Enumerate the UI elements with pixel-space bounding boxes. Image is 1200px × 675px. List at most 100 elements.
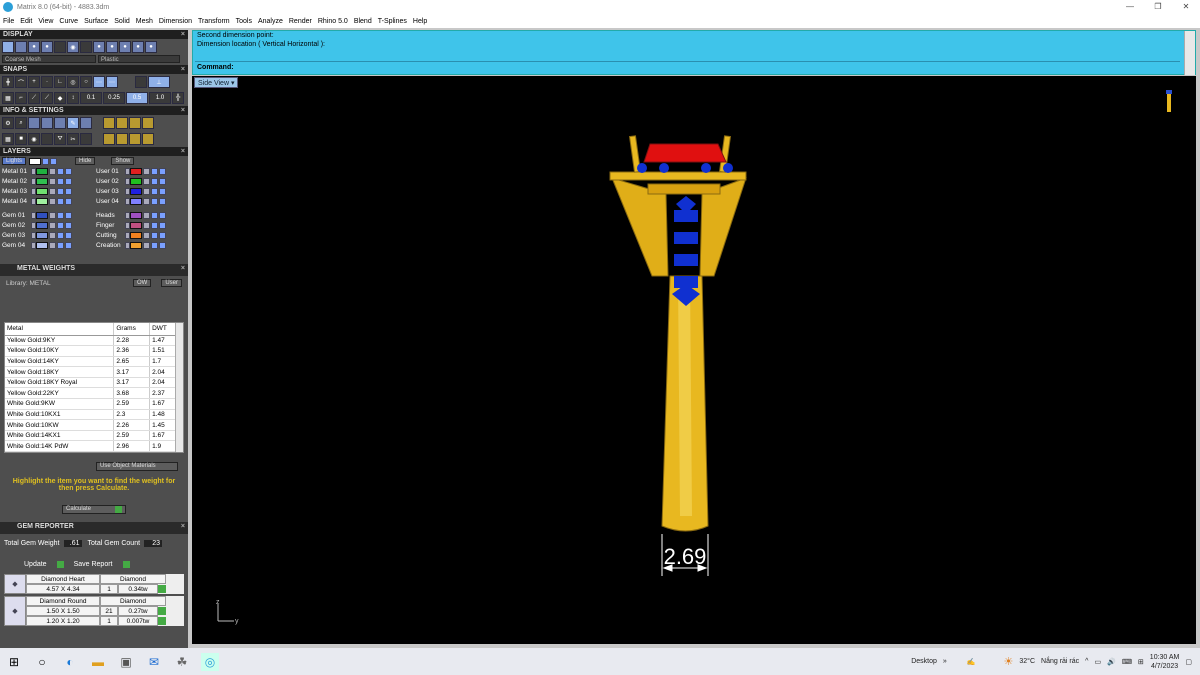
pan-icon[interactable] [15, 41, 27, 53]
snap-value-2[interactable]: 0.25 [103, 92, 125, 104]
lights-button[interactable]: Lights [2, 157, 27, 165]
layer-row[interactable]: User 01 [94, 166, 188, 176]
sphere-d-icon[interactable]: ● [132, 41, 144, 53]
weather-icon[interactable]: ☀ [1004, 655, 1014, 668]
layer-color-swatch[interactable] [130, 197, 142, 205]
layer-color-swatch[interactable] [36, 197, 48, 205]
lock-icon[interactable] [49, 211, 56, 219]
table-row[interactable]: White Gold:10KW 2.26 1.45 [5, 419, 179, 431]
search-icon[interactable]: ○ [33, 653, 51, 671]
visibility-icon[interactable] [57, 231, 64, 239]
visibility-icon[interactable] [151, 211, 158, 219]
gem-size-row[interactable]: 4.57 X 4.34 1 0.34tw [26, 584, 184, 594]
lights-lock-icon[interactable] [42, 157, 50, 165]
close-icon[interactable]: ✕ [1172, 0, 1200, 14]
weather-text[interactable]: Nắng rải rác [1041, 658, 1079, 665]
render-toggle-icon[interactable] [159, 187, 166, 195]
lock-icon[interactable] [143, 221, 150, 229]
grid-icon[interactable]: ▦ [2, 92, 14, 104]
layer-row[interactable]: User 02 [94, 176, 188, 186]
layer-color-swatch[interactable] [36, 241, 48, 249]
layer-row[interactable]: Gem 04 [0, 240, 94, 250]
command-scrollbar[interactable] [1184, 31, 1195, 75]
snap-quad-icon[interactable]: ⋯ [106, 76, 118, 88]
column-header[interactable]: Metal [5, 323, 115, 336]
render-toggle-icon[interactable] [65, 167, 72, 175]
lock-icon[interactable] [143, 211, 150, 219]
layer-row[interactable]: Metal 01 [0, 166, 94, 176]
visibility-icon[interactable] [57, 187, 64, 195]
store-icon[interactable]: ▣ [117, 653, 135, 671]
info-tool-a-icon[interactable] [103, 117, 115, 129]
save-report-button[interactable]: Save Report [74, 561, 113, 568]
layer-color-swatch[interactable] [130, 167, 142, 175]
restore-icon[interactable]: ❐ [1144, 0, 1172, 14]
menu-item-curve[interactable]: Curve [59, 18, 78, 25]
menu-item-t-splines[interactable]: T-Splines [378, 18, 407, 25]
view-icon[interactable] [2, 41, 14, 53]
menu-item-file[interactable]: File [3, 18, 14, 25]
layer-color-swatch[interactable] [36, 177, 48, 185]
visibility-icon[interactable] [151, 241, 158, 249]
save-play-icon[interactable] [122, 561, 130, 568]
render-toggle-icon[interactable] [65, 241, 72, 249]
mail-icon[interactable]: ✉ [145, 653, 163, 671]
layer-color-swatch[interactable] [36, 187, 48, 195]
lock-icon[interactable] [143, 177, 150, 185]
render-toggle-icon[interactable] [65, 221, 72, 229]
car-icon[interactable] [28, 117, 40, 129]
menu-item-analyze[interactable]: Analyze [258, 18, 283, 25]
side-viewport[interactable]: Side View ▾ 2.69 z y [192, 76, 1196, 644]
crosshair-icon[interactable]: ╬ [172, 92, 184, 104]
minimize-icon[interactable]: — [1116, 0, 1144, 14]
metal-weights-header[interactable]: METAL WEIGHTS × [0, 264, 188, 276]
lights-vis-icon[interactable] [50, 157, 58, 165]
lock-icon[interactable] [143, 241, 150, 249]
user-button[interactable]: User [161, 279, 182, 287]
snap-center-icon[interactable]: ∟ [54, 76, 66, 88]
visibility-icon[interactable] [57, 221, 64, 229]
pencil-icon[interactable]: ✎ [67, 117, 79, 129]
layer-color-swatch[interactable] [36, 231, 48, 239]
info-tool-f-icon[interactable] [116, 133, 128, 145]
snap-value-1[interactable]: 0.1 [80, 92, 102, 104]
sphere-c-icon[interactable]: ● [119, 41, 131, 53]
snap-point-icon[interactable]: + [28, 76, 40, 88]
menu-item-tools[interactable]: Tools [236, 18, 252, 25]
info-tool-d-icon[interactable] [142, 117, 154, 129]
cup-icon[interactable] [41, 133, 53, 145]
sphere-e-icon[interactable]: ● [145, 41, 157, 53]
visibility-icon[interactable] [57, 167, 64, 175]
app-icon[interactable]: ☘ [173, 653, 191, 671]
material-select[interactable]: Plastic [98, 55, 180, 63]
desktop-label[interactable]: Desktop [911, 658, 937, 665]
search-icon[interactable]: ⌕ [15, 117, 27, 129]
layer-color-swatch[interactable] [130, 211, 142, 219]
info-tool-g-icon[interactable] [129, 133, 141, 145]
scissors-icon[interactable]: ✂ [67, 133, 79, 145]
layer-color-swatch[interactable] [130, 187, 142, 195]
layer-row[interactable]: Metal 02 [0, 176, 94, 186]
pen-icon[interactable]: ✍ [967, 658, 976, 666]
calculate-button[interactable]: Calculate [62, 505, 126, 514]
windows-start-icon[interactable]: ⊞ [5, 653, 23, 671]
table-row[interactable]: White Gold:9KW 2.59 1.67 [5, 398, 179, 410]
line-icon[interactable]: ⌐ [15, 92, 27, 104]
render-icon[interactable] [54, 41, 66, 53]
use-object-materials-button[interactable]: Use Object Materials [96, 462, 178, 471]
snap-perp-icon[interactable]: ○ [80, 76, 92, 88]
menu-item-rhino-5-0[interactable]: Rhino 5.0 [318, 18, 348, 25]
update-play-icon[interactable] [56, 561, 64, 568]
layer-row[interactable]: Heads [94, 210, 188, 220]
menu-item-solid[interactable]: Solid [114, 18, 130, 25]
gem-size-row[interactable]: 1.20 X 1.20 1 0.007tw [26, 616, 184, 626]
render-toggle-icon[interactable] [65, 211, 72, 219]
render-toggle-icon[interactable] [159, 177, 166, 185]
visibility-icon[interactable] [57, 211, 64, 219]
snap-mid-icon[interactable]: · [41, 76, 53, 88]
mesh-select[interactable]: Coarse Mesh [2, 55, 96, 63]
layer-row[interactable]: Metal 03 [0, 186, 94, 196]
layer-row[interactable]: User 04 [94, 196, 188, 206]
notification-icon[interactable]: ▢ [1185, 658, 1192, 666]
render-toggle-icon[interactable] [159, 167, 166, 175]
